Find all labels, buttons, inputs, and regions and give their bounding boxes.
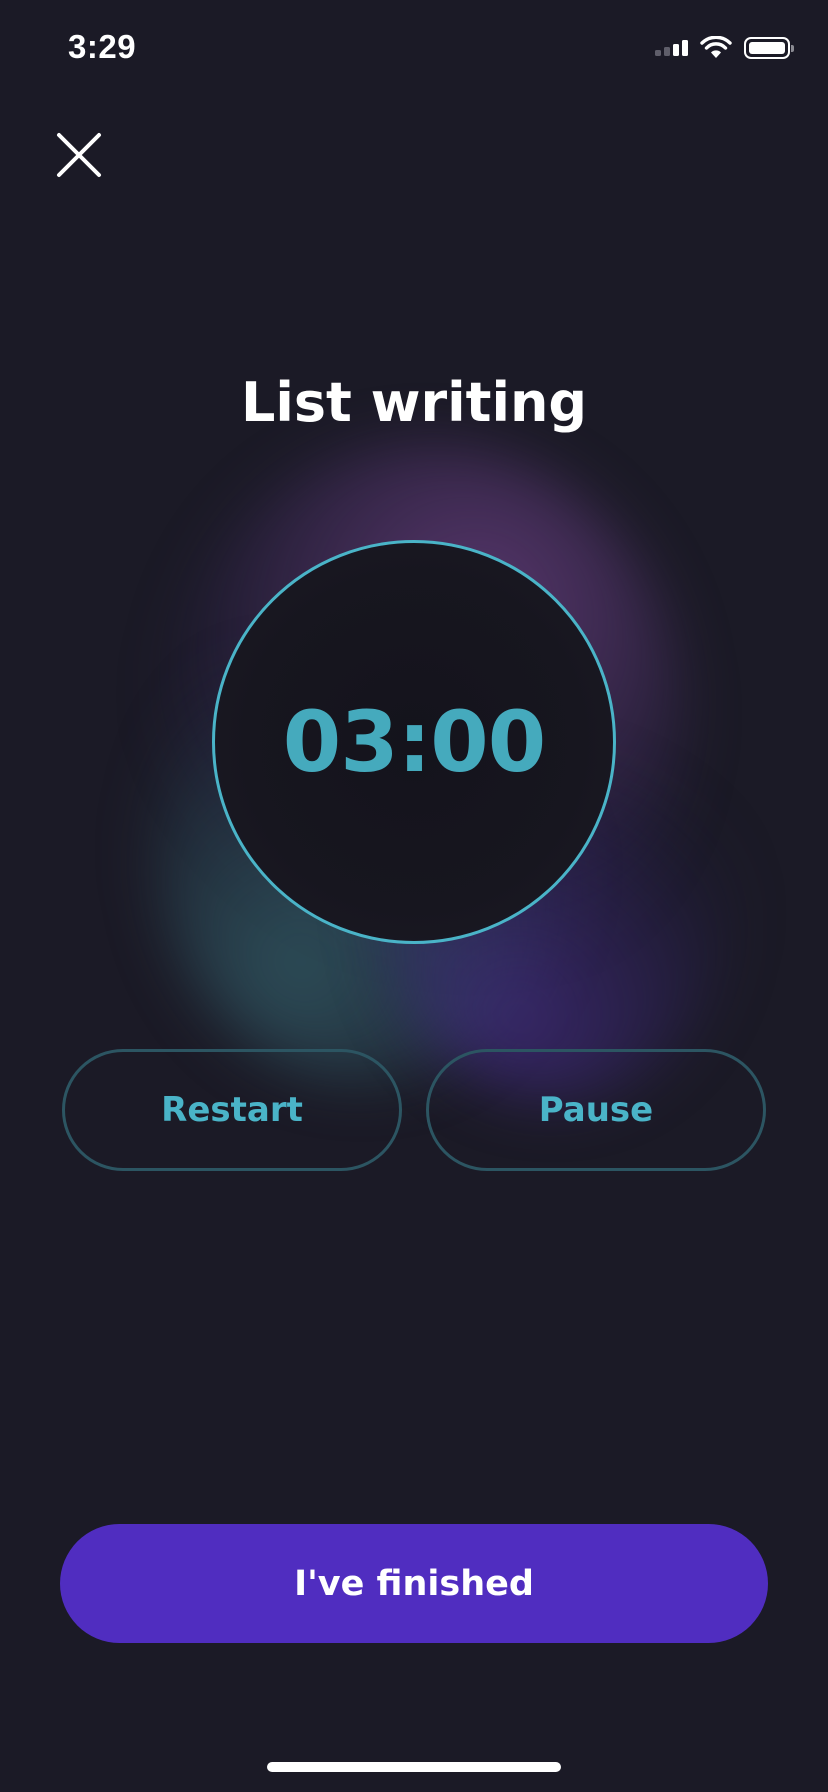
home-indicator	[267, 1762, 561, 1772]
timer-display: 03:00	[282, 693, 546, 791]
wifi-icon	[700, 36, 732, 58]
status-bar: 3:29	[0, 0, 828, 100]
status-icons	[655, 36, 796, 60]
close-icon	[57, 133, 101, 177]
cellular-signal-icon	[655, 40, 688, 56]
restart-button[interactable]: Restart	[62, 1049, 402, 1171]
status-time: 3:29	[68, 28, 137, 65]
timer-controls: Restart Pause	[62, 1049, 766, 1171]
battery-icon	[744, 37, 794, 59]
close-button[interactable]	[56, 132, 102, 178]
exercise-title: List writing	[240, 371, 588, 434]
finished-button[interactable]: I've finished	[60, 1524, 768, 1643]
pause-button[interactable]: Pause	[426, 1049, 766, 1171]
